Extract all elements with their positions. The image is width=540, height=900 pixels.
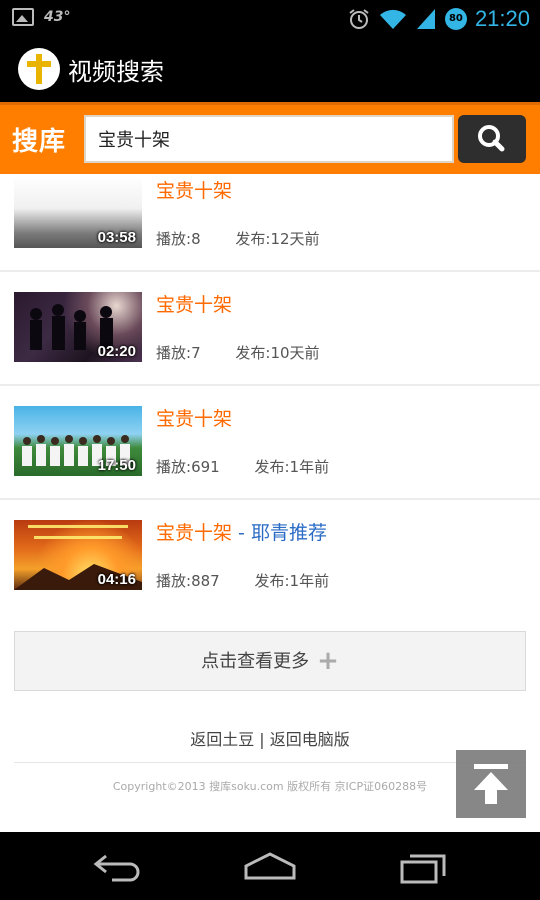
home-icon[interactable] bbox=[242, 850, 298, 882]
video-thumbnail[interactable]: 03:58 bbox=[14, 176, 142, 248]
wifi-icon bbox=[379, 9, 406, 29]
search-bar: 搜库 bbox=[0, 102, 540, 174]
plays-count: 887 bbox=[191, 572, 220, 590]
image-notification-icon bbox=[12, 8, 34, 26]
temperature-indicator: 43° bbox=[44, 9, 71, 25]
plus-icon: + bbox=[317, 646, 339, 676]
published-label: 发布: bbox=[254, 572, 290, 590]
video-title[interactable]: 宝贵十架 - 耶青推荐 bbox=[156, 518, 327, 545]
video-thumbnail[interactable]: 17:50 bbox=[14, 406, 142, 476]
navigation-bar bbox=[0, 832, 540, 900]
footer-divider bbox=[14, 762, 526, 763]
video-title-text: 宝贵十架 bbox=[156, 408, 233, 430]
video-meta: 播放:887 发布:1年前 bbox=[156, 570, 329, 591]
video-duration: 04:16 bbox=[97, 571, 136, 588]
video-title[interactable]: 宝贵十架 bbox=[156, 404, 232, 431]
plays-count: 8 bbox=[191, 230, 201, 248]
published-time: 12天前 bbox=[270, 230, 320, 248]
back-to-tudou-link[interactable]: 返回土豆 bbox=[190, 730, 254, 749]
published-label: 发布: bbox=[235, 230, 271, 248]
published-time: 1年前 bbox=[289, 458, 330, 476]
video-recommend-tag[interactable]: - 耶青推荐 bbox=[232, 522, 327, 544]
search-button[interactable] bbox=[458, 115, 526, 163]
footer-separator: | bbox=[259, 730, 265, 749]
plays-label: 播放: bbox=[156, 572, 192, 590]
video-duration: 03:58 bbox=[97, 229, 136, 246]
video-title-text: 宝贵十架 bbox=[156, 522, 233, 544]
video-duration: 17:50 bbox=[97, 457, 136, 474]
back-icon[interactable] bbox=[92, 852, 144, 882]
arrow-up-icon bbox=[474, 764, 508, 804]
status-bar: 43° 80 21:20 bbox=[0, 0, 540, 38]
recent-apps-icon[interactable] bbox=[398, 850, 448, 884]
footer-links: 返回土豆 | 返回电脑版 bbox=[0, 726, 540, 750]
published-time: 1年前 bbox=[289, 572, 330, 590]
plays-label: 播放: bbox=[156, 230, 192, 248]
cross-logo-icon[interactable] bbox=[18, 48, 60, 90]
plays-label: 播放: bbox=[156, 344, 192, 362]
video-title[interactable]: 宝贵十架 bbox=[156, 176, 232, 203]
page-title: 视频搜索 bbox=[68, 58, 164, 86]
video-thumbnail[interactable]: 04:16 bbox=[14, 520, 142, 590]
load-more-label: 点击查看更多 bbox=[201, 651, 310, 672]
search-icon bbox=[478, 125, 505, 152]
plays-count: 7 bbox=[191, 344, 201, 362]
signal-icon bbox=[416, 9, 435, 29]
plays-count: 691 bbox=[191, 458, 220, 476]
published-label: 发布: bbox=[254, 458, 290, 476]
published-time: 10天前 bbox=[270, 344, 320, 362]
battery-icon: 80 bbox=[444, 8, 467, 30]
alarm-icon bbox=[349, 9, 369, 29]
video-meta: 播放:7 发布:10天前 bbox=[156, 342, 320, 363]
published-label: 发布: bbox=[235, 344, 271, 362]
list-item[interactable]: 03:58 宝贵十架 播放:8 发布:12天前 bbox=[0, 174, 540, 288]
app-bar: 视频搜索 bbox=[0, 38, 540, 102]
clock: 21:20 bbox=[474, 6, 530, 31]
video-thumbnail[interactable]: 02:20 bbox=[14, 292, 142, 362]
search-input[interactable] bbox=[84, 115, 454, 163]
video-duration: 02:20 bbox=[97, 343, 136, 360]
video-title-text: 宝贵十架 bbox=[156, 294, 233, 316]
battery-level: 80 bbox=[448, 13, 463, 24]
video-meta: 播放:8 发布:12天前 bbox=[156, 228, 320, 249]
video-title-text: 宝贵十架 bbox=[156, 180, 233, 202]
pc-version-link[interactable]: 返回电脑版 bbox=[270, 730, 350, 749]
search-brand-logo[interactable]: 搜库 bbox=[12, 121, 66, 158]
list-item[interactable]: 17:50 宝贵十架 播放:691 发布:1年前 bbox=[0, 386, 540, 500]
plays-label: 播放: bbox=[156, 458, 192, 476]
list-item[interactable]: 04:16 宝贵十架 - 耶青推荐 播放:887 发布:1年前 bbox=[0, 500, 540, 614]
load-more-button[interactable]: 点击查看更多 + bbox=[14, 631, 526, 691]
back-to-top-button[interactable] bbox=[456, 750, 526, 818]
video-title[interactable]: 宝贵十架 bbox=[156, 290, 232, 317]
list-item[interactable]: 02:20 宝贵十架 播放:7 发布:10天前 bbox=[0, 272, 540, 386]
video-meta: 播放:691 发布:1年前 bbox=[156, 456, 329, 477]
